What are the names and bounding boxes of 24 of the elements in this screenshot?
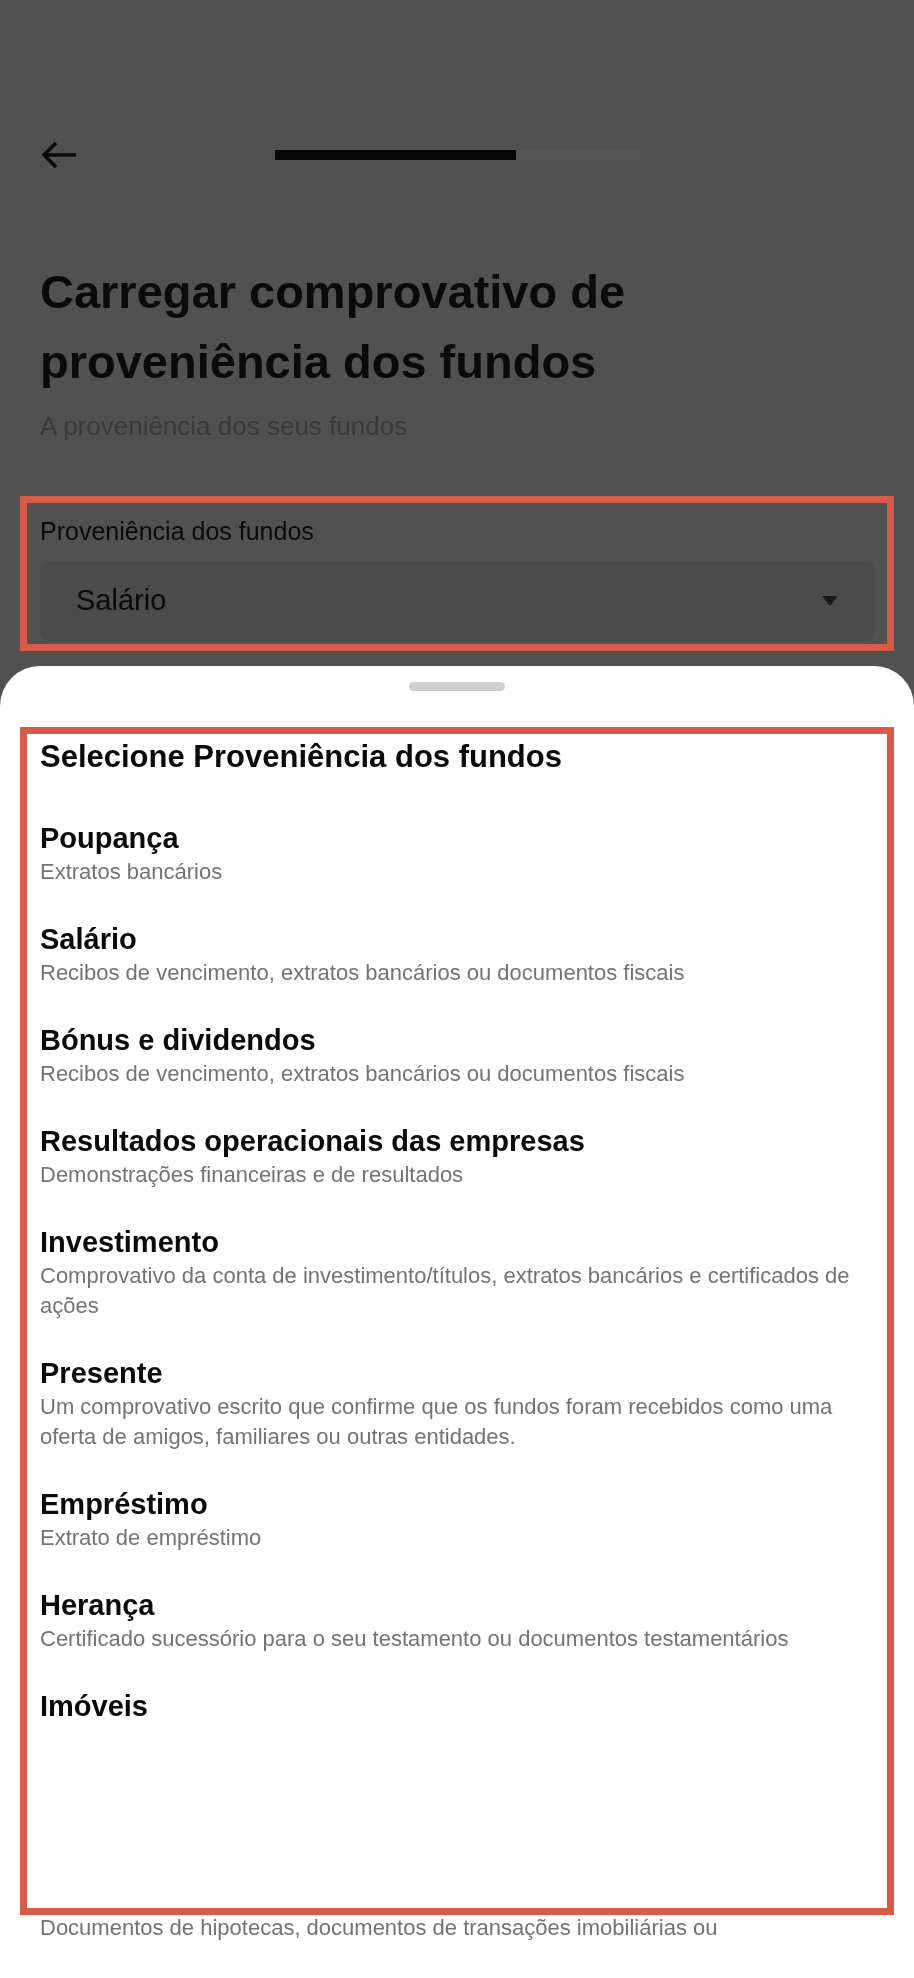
- option-title[interactable]: Resultados operacionais das empresas: [40, 1122, 874, 1160]
- caret-icon: [822, 595, 838, 606]
- option-description: Um comprovativo escrito que confirme que os fundos foram recebidos como uma oferta de amigos, familiares ou outras entidades.: [40, 1393, 834, 1451]
- sheet-title: Selecione Proveniência dos fundos: [40, 738, 563, 776]
- option-description: Extratos bancários: [40, 858, 224, 886]
- option-title[interactable]: Empréstimo: [40, 1485, 874, 1523]
- option-title[interactable]: Imóveis: [40, 1687, 874, 1725]
- option-description: Recibos de vencimento, extratos bancários ou documentos fiscais: [40, 1060, 686, 1088]
- option-description: Comprovativo da conta de investimento/títulos, extratos bancários e certificados de ações: [40, 1262, 851, 1320]
- option-description: Certificado sucessório para o seu testamento ou documentos testamentários: [40, 1625, 790, 1653]
- option-title[interactable]: Salário: [40, 920, 874, 958]
- option-description: Documentos de hipotecas, documentos de transações imobiliárias ou: [40, 1915, 719, 1941]
- option-title[interactable]: Presente: [40, 1354, 874, 1392]
- option-description: Recibos de vencimento, extratos bancários ou documentos fiscais: [40, 959, 686, 987]
- option-description: Extrato de empréstimo: [40, 1524, 263, 1552]
- option-title[interactable]: Herança: [40, 1586, 874, 1624]
- option-description: Demonstrações financeiras e de resultados: [40, 1161, 465, 1189]
- field-label: Proveniência dos fundos: [40, 516, 315, 547]
- page-title: Carregar comprovativo de proveniência dos fundos: [40, 264, 627, 390]
- option-title[interactable]: Bónus e dividendos: [40, 1021, 874, 1059]
- back-arrow-icon[interactable]: [40, 140, 78, 170]
- sheet-handle[interactable]: [409, 682, 505, 691]
- option-title[interactable]: Poupança: [40, 819, 874, 857]
- option-title[interactable]: Investimento: [40, 1223, 874, 1261]
